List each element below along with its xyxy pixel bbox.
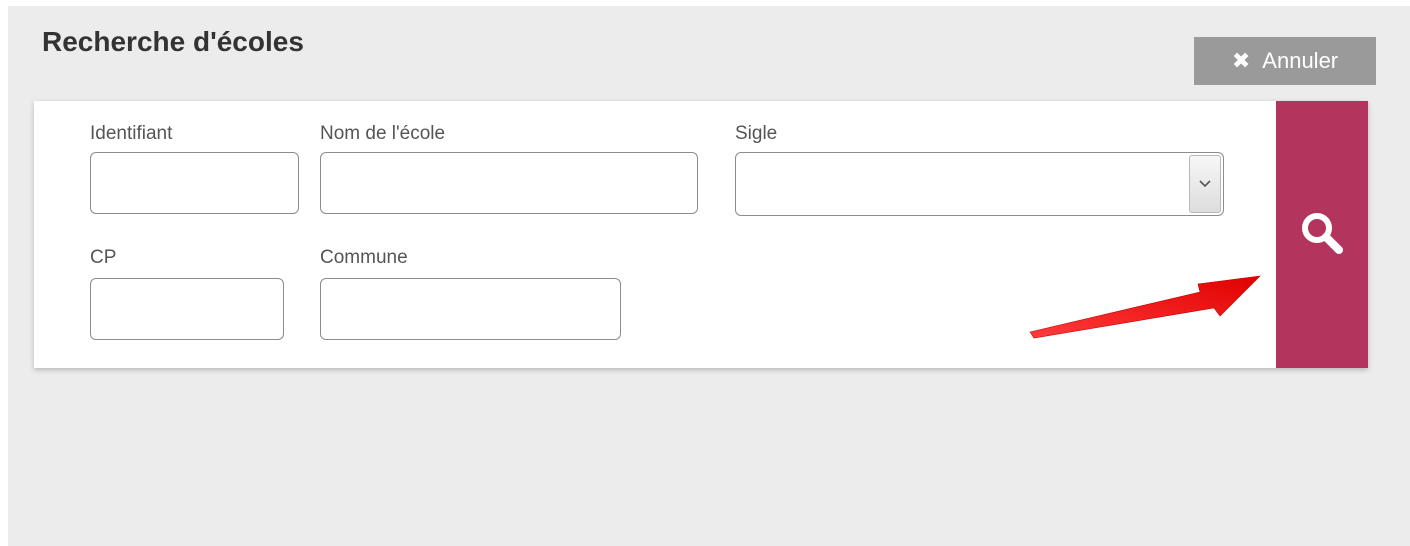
red-arrow-annotation	[1020, 262, 1270, 347]
cp-input[interactable]	[90, 278, 284, 340]
search-icon	[1298, 209, 1346, 260]
nom-ecole-label: Nom de l'école	[320, 123, 446, 144]
sigle-label: Sigle	[735, 123, 778, 144]
commune-label: Commune	[320, 247, 408, 268]
cancel-button[interactable]: ✖ Annuler	[1194, 37, 1376, 85]
cancel-button-label: Annuler	[1262, 48, 1339, 73]
cp-label: CP	[90, 247, 117, 268]
page-title: Recherche d'écoles	[42, 26, 304, 57]
commune-input[interactable]	[320, 278, 621, 340]
identifiant-label: Identifiant	[90, 123, 173, 144]
nom-ecole-input[interactable]	[320, 152, 698, 214]
sigle-select[interactable]	[735, 152, 1224, 216]
close-icon: ✖	[1231, 48, 1251, 73]
chevron-down-icon[interactable]	[1189, 155, 1221, 213]
identifiant-input[interactable]	[90, 152, 299, 214]
search-button[interactable]	[1276, 101, 1368, 368]
